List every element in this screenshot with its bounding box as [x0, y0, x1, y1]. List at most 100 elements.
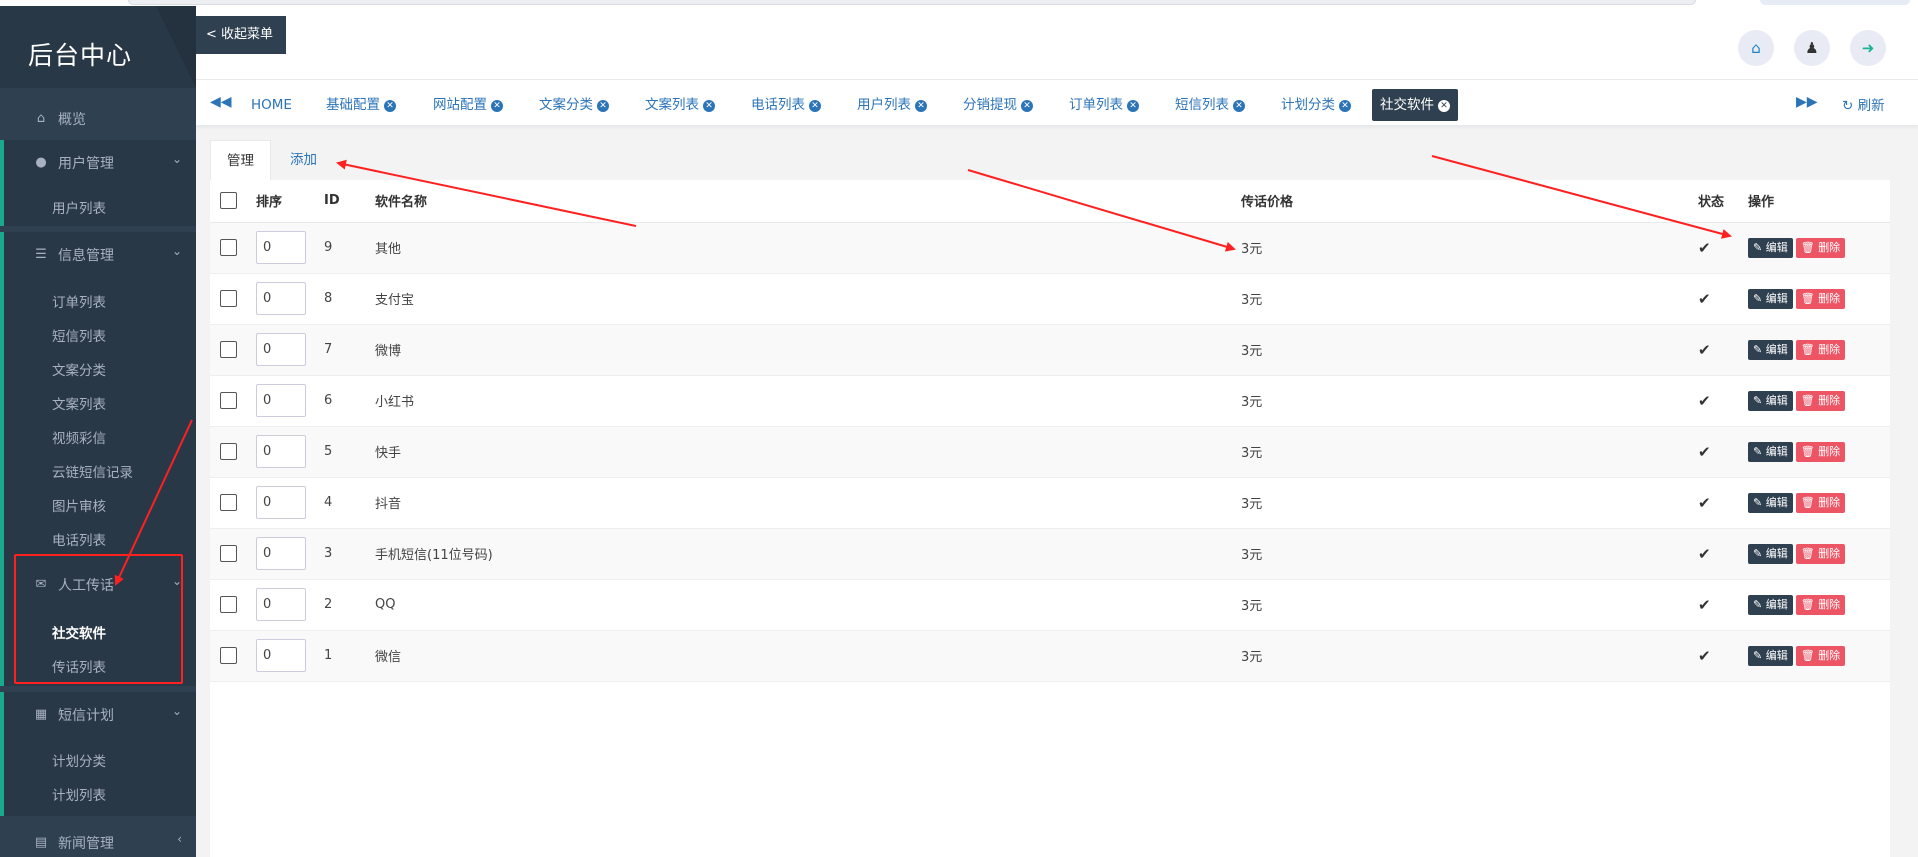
close-icon[interactable]: ✕ — [915, 100, 927, 112]
sidebar-item-overview[interactable]: ⌂ 概览 — [0, 96, 196, 140]
sidebar-subitem-plan-category[interactable]: 计划分类 — [52, 750, 106, 770]
tab-site-config[interactable]: 网站配置 ✕ — [425, 89, 511, 121]
check-icon[interactable]: ✔ — [1698, 341, 1711, 359]
row-checkbox[interactable] — [220, 239, 237, 256]
close-icon[interactable]: ✕ — [1021, 100, 1033, 112]
col-header-sort[interactable]: 排序 — [256, 180, 324, 223]
row-checkbox[interactable] — [220, 341, 237, 358]
col-header-name[interactable]: 软件名称 — [375, 180, 1241, 223]
col-header-status[interactable]: 状态 — [1698, 180, 1748, 223]
tab-order-list[interactable]: 订单列表 ✕ — [1061, 89, 1147, 121]
row-checkbox[interactable] — [220, 443, 237, 460]
delete-button[interactable]: 🗑 删除 — [1795, 339, 1846, 360]
tab-user-list[interactable]: 用户列表 ✕ — [849, 89, 935, 121]
user-button[interactable]: ♟ — [1794, 30, 1830, 66]
tab-social-software[interactable]: 社交软件 ✕ — [1372, 89, 1458, 121]
subtab-add[interactable]: 添加 — [274, 140, 333, 180]
close-icon[interactable]: ✕ — [384, 100, 396, 112]
sidebar-item-news[interactable]: ▤ 新闻管理 ‹ — [0, 820, 196, 857]
check-icon[interactable]: ✔ — [1698, 392, 1711, 410]
check-icon[interactable]: ✔ — [1698, 443, 1711, 461]
sidebar-item-user-mgmt[interactable]: ● 用户管理 ⌄ — [0, 140, 196, 184]
home-button[interactable]: ⌂ — [1738, 30, 1774, 66]
delete-button[interactable]: 🗑 删除 — [1795, 594, 1846, 615]
sort-input[interactable] — [256, 333, 306, 366]
delete-button[interactable]: 🗑 删除 — [1795, 543, 1846, 564]
browser-button[interactable] — [1760, 0, 1910, 5]
delete-button[interactable]: 🗑 删除 — [1795, 237, 1846, 258]
sidebar-subitem-video-mms[interactable]: 视频彩信 — [52, 427, 106, 447]
row-checkbox[interactable] — [220, 596, 237, 613]
tab-distribution-withdraw[interactable]: 分销提现 ✕ — [955, 89, 1041, 121]
tabs-next-icon[interactable]: ▶▶ — [1796, 94, 1818, 110]
col-header-price[interactable]: 传话价格 — [1241, 180, 1698, 223]
tab-basic-config[interactable]: 基础配置 ✕ — [318, 89, 404, 121]
sidebar-subitem-phone-list[interactable]: 电话列表 — [52, 529, 106, 549]
sidebar-subitem-image-review[interactable]: 图片审核 — [52, 495, 106, 515]
close-icon[interactable]: ✕ — [1339, 100, 1351, 112]
sidebar-subitem-order-list[interactable]: 订单列表 — [52, 291, 106, 311]
row-checkbox[interactable] — [220, 545, 237, 562]
check-icon[interactable]: ✔ — [1698, 290, 1711, 308]
collapse-menu-button[interactable]: < 收起菜单 — [196, 16, 286, 54]
sort-input[interactable] — [256, 384, 306, 417]
subtab-manage[interactable]: 管理 — [210, 140, 271, 180]
check-icon[interactable]: ✔ — [1698, 545, 1711, 563]
edit-button[interactable]: ✎ 编辑 — [1748, 288, 1793, 309]
sidebar-subitem-copy-list[interactable]: 文案列表 — [52, 393, 106, 413]
tab-copy-category[interactable]: 文案分类 ✕ — [531, 89, 617, 121]
sort-input[interactable] — [256, 639, 306, 672]
sort-input[interactable] — [256, 282, 306, 315]
sidebar-subitem-plan-list[interactable]: 计划列表 — [52, 784, 106, 804]
edit-button[interactable]: ✎ 编辑 — [1748, 441, 1793, 462]
check-icon[interactable]: ✔ — [1698, 596, 1711, 614]
tab-phone-list[interactable]: 电话列表 ✕ — [743, 89, 829, 121]
edit-button[interactable]: ✎ 编辑 — [1748, 492, 1793, 513]
check-icon[interactable]: ✔ — [1698, 494, 1711, 512]
edit-button[interactable]: ✎ 编辑 — [1748, 594, 1793, 615]
address-bar[interactable] — [128, 0, 1696, 5]
sidebar-item-sms-plan[interactable]: ▦ 短信计划 ⌄ — [0, 692, 196, 736]
tab-home[interactable]: HOME — [243, 89, 300, 121]
sort-input[interactable] — [256, 486, 306, 519]
delete-button[interactable]: 🗑 删除 — [1795, 288, 1846, 309]
delete-button[interactable]: 🗑 删除 — [1795, 645, 1846, 666]
sort-input[interactable] — [256, 588, 306, 621]
tab-sms-list[interactable]: 短信列表 ✕ — [1167, 89, 1253, 121]
close-icon[interactable]: ✕ — [809, 100, 821, 112]
check-icon[interactable]: ✔ — [1698, 647, 1711, 665]
row-checkbox[interactable] — [220, 392, 237, 409]
sidebar-subitem-cloud-sms[interactable]: 云链短信记录 — [52, 461, 133, 481]
close-icon[interactable]: ✕ — [1233, 100, 1245, 112]
close-icon[interactable]: ✕ — [703, 100, 715, 112]
col-header-id[interactable]: ID — [324, 180, 375, 223]
close-icon[interactable]: ✕ — [597, 100, 609, 112]
sort-input[interactable] — [256, 231, 306, 264]
close-icon[interactable]: ✕ — [1438, 100, 1450, 112]
sort-input[interactable] — [256, 537, 306, 570]
select-all-checkbox[interactable] — [220, 192, 237, 210]
close-icon[interactable]: ✕ — [491, 100, 503, 112]
refresh-button[interactable]: ↻ 刷新 — [1842, 94, 1885, 114]
edit-button[interactable]: ✎ 编辑 — [1748, 237, 1793, 258]
edit-button[interactable]: ✎ 编辑 — [1748, 543, 1793, 564]
delete-button[interactable]: 🗑 删除 — [1795, 390, 1846, 411]
delete-button[interactable]: 🗑 删除 — [1795, 441, 1846, 462]
row-checkbox[interactable] — [220, 290, 237, 307]
logout-button[interactable]: ➜ — [1850, 30, 1886, 66]
tab-copy-list[interactable]: 文案列表 ✕ — [637, 89, 723, 121]
edit-button[interactable]: ✎ 编辑 — [1748, 339, 1793, 360]
tabs-prev-icon[interactable]: ◀◀ — [210, 94, 232, 110]
check-icon[interactable]: ✔ — [1698, 239, 1711, 257]
close-icon[interactable]: ✕ — [1127, 100, 1139, 112]
edit-button[interactable]: ✎ 编辑 — [1748, 645, 1793, 666]
edit-button[interactable]: ✎ 编辑 — [1748, 390, 1793, 411]
sidebar-item-info-mgmt[interactable]: ☰ 信息管理 ⌄ — [0, 232, 196, 276]
row-checkbox[interactable] — [220, 494, 237, 511]
row-checkbox[interactable] — [220, 647, 237, 664]
sidebar-subitem-sms-list[interactable]: 短信列表 — [52, 325, 106, 345]
sort-input[interactable] — [256, 435, 306, 468]
delete-button[interactable]: 🗑 删除 — [1795, 492, 1846, 513]
sidebar-subitem-user-list[interactable]: 用户列表 — [52, 197, 106, 217]
sidebar-subitem-copy-category[interactable]: 文案分类 — [52, 359, 106, 379]
